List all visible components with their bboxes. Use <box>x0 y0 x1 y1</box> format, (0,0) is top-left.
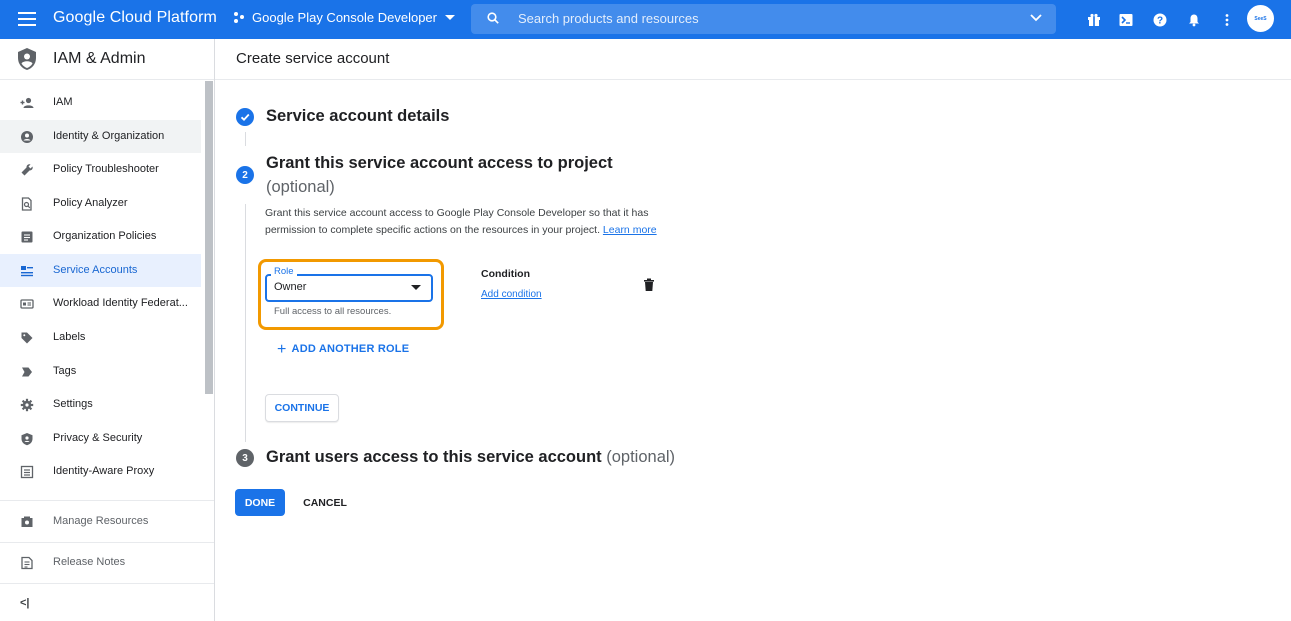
project-selector[interactable]: Google Play Console Developer <box>234 10 455 25</box>
shield-small-icon <box>20 432 34 446</box>
caret-down-icon <box>445 15 455 20</box>
search-input[interactable]: Search products and resources <box>518 11 699 26</box>
sidebar-item-policy-troubleshooter[interactable]: Policy Troubleshooter <box>0 153 201 186</box>
sidebar-item-label: Identity & Organization <box>53 130 165 142</box>
role-selected-value[interactable]: Owner <box>274 281 306 293</box>
sidebar-item-tags[interactable]: Tags <box>0 355 201 388</box>
sidebar-item-label: Policy Analyzer <box>53 197 128 209</box>
dropdown-arrow-icon[interactable] <box>411 285 421 290</box>
add-another-role-button[interactable]: + ADD ANOTHER ROLE <box>277 340 410 358</box>
manage-resources-icon <box>20 515 34 532</box>
sidebar-item-label: Identity-Aware Proxy <box>53 465 155 477</box>
step2-title: Grant this service account access to pro… <box>266 154 613 172</box>
step-connector <box>245 204 246 442</box>
sidebar-item-label: IAM <box>53 96 73 108</box>
label-icon <box>20 331 34 345</box>
step2-description-text: Grant this service account access to Goo… <box>265 207 649 236</box>
sidebar-item-manage-resources[interactable]: Manage Resources <box>0 502 214 542</box>
search-icon <box>487 12 499 24</box>
search-bar[interactable]: Search products and resources <box>471 4 1056 34</box>
delete-role-icon[interactable] <box>643 278 655 297</box>
done-button[interactable]: DONE <box>235 489 285 516</box>
sidebar-item-policy-analyzer[interactable]: Policy Analyzer <box>0 187 201 220</box>
avatar-text: SeeS <box>1254 15 1267 22</box>
project-name: Google Play Console Developer <box>252 10 437 25</box>
release-notes-icon <box>20 556 34 573</box>
step3-optional: (optional) <box>606 448 676 466</box>
page-header: Create service account <box>215 39 1291 80</box>
wrench-icon <box>20 163 34 177</box>
add-another-role-label: ADD ANOTHER ROLE <box>291 343 410 355</box>
id-card-icon <box>20 297 34 311</box>
help-icon[interactable]: ? <box>1151 11 1169 29</box>
proxy-icon <box>20 465 34 479</box>
sidebar-divider <box>0 583 214 584</box>
condition-label: Condition <box>481 268 530 280</box>
more-vert-icon[interactable] <box>1218 11 1236 29</box>
person-add-icon <box>20 96 34 110</box>
sidebar-item-identity-aware-proxy[interactable]: Identity-Aware Proxy <box>0 455 201 488</box>
sidebar-item-label: Organization Policies <box>53 230 157 242</box>
sidebar-item-label: Release Notes <box>53 556 126 568</box>
terminal-icon[interactable] <box>1117 11 1135 29</box>
continue-button[interactable]: CONTINUE <box>265 394 339 422</box>
sidebar-header: IAM & Admin <box>0 39 214 80</box>
top-app-bar: Google Cloud Platform Google Play Consol… <box>0 0 1291 39</box>
step3-number: 3 <box>236 449 254 467</box>
tag-arrow-icon <box>20 365 34 379</box>
collapse-sidebar-icon[interactable]: <| <box>20 597 30 609</box>
svg-text:?: ? <box>1157 16 1163 27</box>
sidebar-item-organization-policies[interactable]: Organization Policies <box>0 220 201 253</box>
sidebar: IAM & Admin IAM Identity & Organization … <box>0 39 215 621</box>
page-title: Create service account <box>236 50 390 67</box>
sidebar-item-identity-organization[interactable]: Identity & Organization <box>0 120 201 153</box>
sidebar-item-labels[interactable]: Labels <box>0 321 201 354</box>
sidebar-item-label: Settings <box>53 398 93 410</box>
sidebar-item-iam[interactable]: IAM <box>0 86 201 119</box>
chevron-down-icon[interactable] <box>1030 14 1042 22</box>
avatar[interactable]: SeeS <box>1247 5 1274 32</box>
step3-title-text: Grant users access to this service accou… <box>266 448 602 466</box>
bell-icon[interactable] <box>1185 11 1203 29</box>
gear-icon <box>20 398 34 412</box>
document-search-icon <box>20 197 34 211</box>
cancel-button[interactable]: CANCEL <box>297 489 353 516</box>
step3-title[interactable]: Grant users access to this service accou… <box>266 448 675 467</box>
sidebar-item-label: Labels <box>53 331 86 343</box>
step-connector <box>245 132 246 146</box>
menu-icon[interactable] <box>18 12 36 26</box>
add-condition-link[interactable]: Add condition <box>481 289 542 300</box>
learn-more-link[interactable]: Learn more <box>603 224 657 236</box>
step-complete-check-icon <box>236 108 254 126</box>
sidebar-scrollbar[interactable] <box>205 81 213 394</box>
sidebar-item-settings[interactable]: Settings <box>0 388 201 421</box>
sidebar-item-release-notes[interactable]: Release Notes <box>0 543 214 583</box>
role-helper-text: Full access to all resources. <box>274 306 392 317</box>
sidebar-item-label: Policy Troubleshooter <box>53 163 159 175</box>
sidebar-item-workload-identity[interactable]: Workload Identity Federat... <box>0 287 201 320</box>
sidebar-divider <box>0 500 214 501</box>
step1-title[interactable]: Service account details <box>266 107 449 126</box>
sidebar-item-service-accounts[interactable]: Service Accounts <box>0 254 201 287</box>
sidebar-item-label: Workload Identity Federat... <box>53 297 188 309</box>
plus-icon: + <box>277 340 287 358</box>
brand-title[interactable]: Google Cloud Platform <box>53 9 217 27</box>
step2-number: 2 <box>236 166 254 184</box>
sidebar-item-label: Service Accounts <box>53 264 138 276</box>
sidebar-item-label: Privacy & Security <box>53 432 143 444</box>
sidebar-item-privacy-security[interactable]: Privacy & Security <box>0 422 201 455</box>
step2-description: Grant this service account access to Goo… <box>265 205 665 239</box>
shield-icon <box>18 48 36 70</box>
list-doc-icon <box>20 230 34 244</box>
project-dots-icon <box>234 11 246 24</box>
gift-icon[interactable] <box>1085 11 1103 29</box>
sidebar-title: IAM & Admin <box>53 50 146 67</box>
account-circle-icon <box>20 130 34 144</box>
sidebar-item-label: Tags <box>53 365 77 377</box>
step2-optional: (optional) <box>266 178 335 196</box>
role-field-label: Role <box>271 266 297 277</box>
service-account-icon <box>20 264 34 278</box>
sidebar-item-label: Manage Resources <box>53 515 149 527</box>
